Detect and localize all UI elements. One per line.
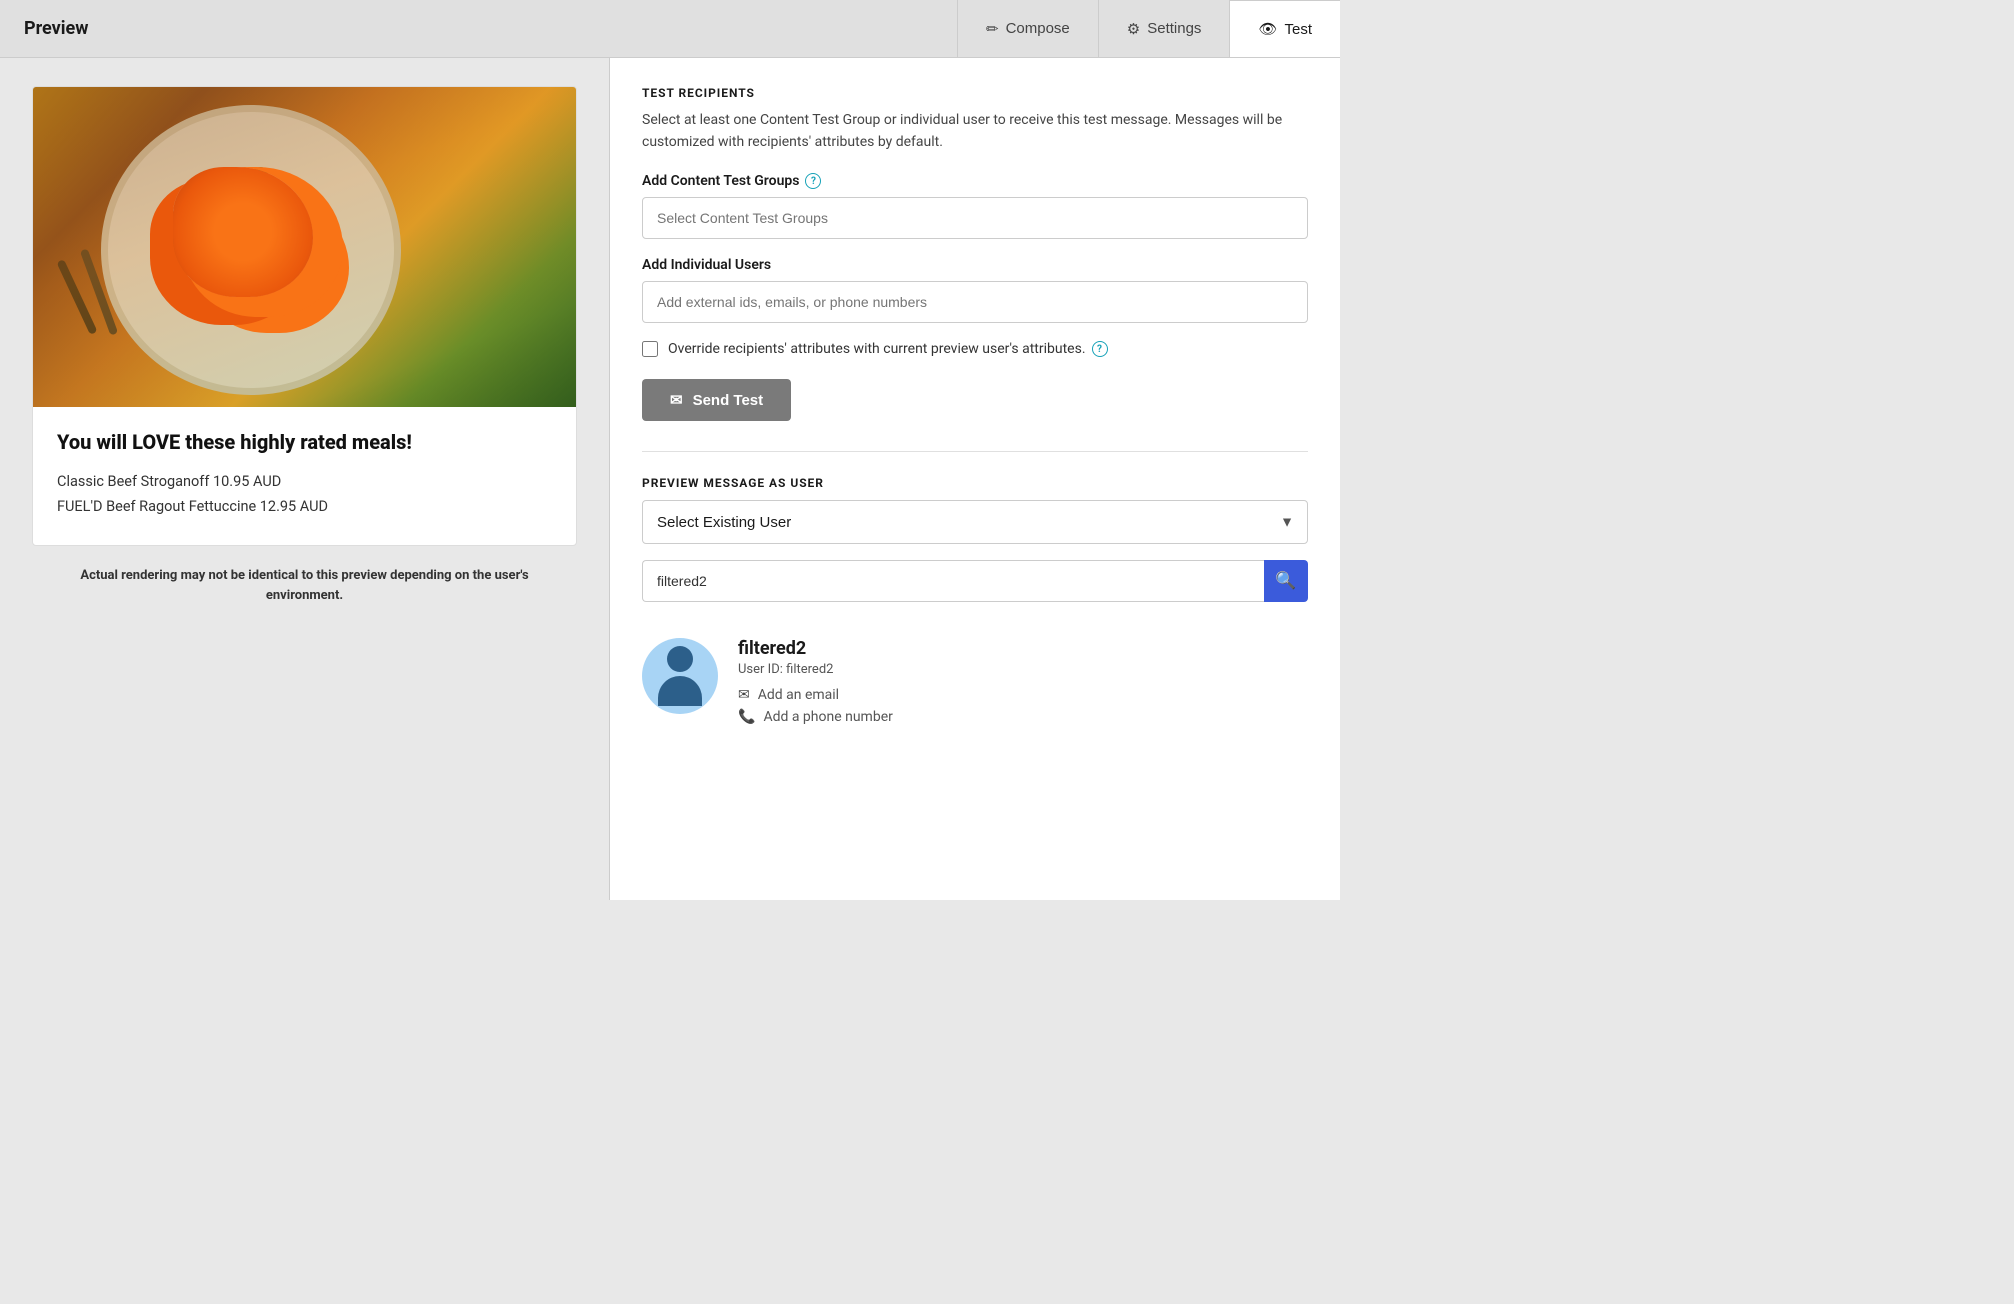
select-user-wrapper: Select Existing User ▼ bbox=[642, 500, 1308, 544]
mail-icon: ✉ bbox=[670, 391, 683, 409]
user-info: filtered2 User ID: filtered2 ✉ Add an em… bbox=[738, 638, 1308, 731]
meal-item-1: Classic Beef Stroganoff 10.95 AUD bbox=[57, 470, 552, 495]
test-recipients-section: TEST RECIPIENTS Select at least one Cont… bbox=[642, 86, 1308, 421]
search-icon: 🔍 bbox=[1275, 571, 1296, 591]
test-eye-icon: 👁 bbox=[1258, 20, 1277, 38]
individual-users-label: Add Individual Users bbox=[642, 257, 1308, 273]
individual-users-input[interactable] bbox=[642, 281, 1308, 323]
override-checkbox-row: Override recipients' attributes with cur… bbox=[642, 341, 1308, 357]
user-search-button[interactable]: 🔍 bbox=[1264, 560, 1308, 602]
preview-title: Preview bbox=[0, 0, 112, 57]
user-avatar bbox=[642, 638, 718, 714]
email-preview-content: You will LOVE these highly rated meals! … bbox=[33, 407, 576, 545]
left-panel: You will LOVE these highly rated meals! … bbox=[0, 58, 610, 900]
user-card: filtered2 User ID: filtered2 ✉ Add an em… bbox=[642, 622, 1308, 747]
preview-message-section: PREVIEW MESSAGE AS USER Select Existing … bbox=[642, 476, 1308, 747]
override-checkbox[interactable] bbox=[642, 341, 658, 357]
user-name: filtered2 bbox=[738, 638, 1308, 659]
select-existing-user-dropdown[interactable]: Select Existing User bbox=[642, 500, 1308, 544]
test-recipients-title: TEST RECIPIENTS bbox=[642, 86, 1308, 100]
user-id-row: User ID: filtered2 bbox=[738, 662, 1308, 677]
preview-message-title: PREVIEW MESSAGE AS USER bbox=[642, 476, 1308, 490]
tab-test[interactable]: 👁 Test bbox=[1229, 0, 1340, 57]
nav-tabs: ✏ Compose ⚙ Settings 👁 Test bbox=[957, 0, 1340, 57]
email-icon: ✉ bbox=[738, 687, 750, 703]
send-test-button[interactable]: ✉ Send Test bbox=[642, 379, 791, 421]
add-phone-link[interactable]: Add a phone number bbox=[763, 709, 892, 725]
avatar-body bbox=[658, 676, 702, 706]
email-preview-card: You will LOVE these highly rated meals! … bbox=[32, 86, 577, 546]
content-test-groups-input[interactable] bbox=[642, 197, 1308, 239]
meal-item-2: FUEL'D Beef Ragout Fettuccine 12.95 AUD bbox=[57, 495, 552, 520]
test-recipients-description: Select at least one Content Test Group o… bbox=[642, 110, 1308, 153]
avatar-figure bbox=[658, 646, 702, 706]
tab-settings[interactable]: ⚙ Settings bbox=[1098, 0, 1230, 57]
meal-image bbox=[33, 87, 576, 407]
user-search-row: 🔍 bbox=[642, 560, 1308, 602]
add-email-row: ✉ Add an email bbox=[738, 687, 1308, 703]
user-search-input[interactable] bbox=[642, 560, 1264, 602]
phone-icon: 📞 bbox=[738, 709, 755, 725]
tab-compose[interactable]: ✏ Compose bbox=[957, 0, 1098, 57]
override-label: Override recipients' attributes with cur… bbox=[668, 341, 1108, 357]
right-panel: TEST RECIPIENTS Select at least one Cont… bbox=[610, 58, 1340, 900]
content-test-groups-help-icon[interactable]: ? bbox=[805, 173, 821, 189]
top-navigation: Preview ✏ Compose ⚙ Settings 👁 Test bbox=[0, 0, 1340, 58]
settings-icon: ⚙ bbox=[1127, 20, 1140, 38]
compose-icon: ✏ bbox=[986, 20, 999, 38]
rendering-note: Actual rendering may not be identical to… bbox=[32, 566, 577, 605]
section-divider bbox=[642, 451, 1308, 452]
avatar-head bbox=[667, 646, 693, 672]
add-email-link[interactable]: Add an email bbox=[758, 687, 839, 703]
content-test-groups-label: Add Content Test Groups ? bbox=[642, 173, 1308, 189]
override-help-icon[interactable]: ? bbox=[1092, 341, 1108, 357]
email-headline: You will LOVE these highly rated meals! bbox=[57, 429, 552, 456]
main-layout: You will LOVE these highly rated meals! … bbox=[0, 58, 1340, 900]
add-phone-row: 📞 Add a phone number bbox=[738, 709, 1308, 725]
